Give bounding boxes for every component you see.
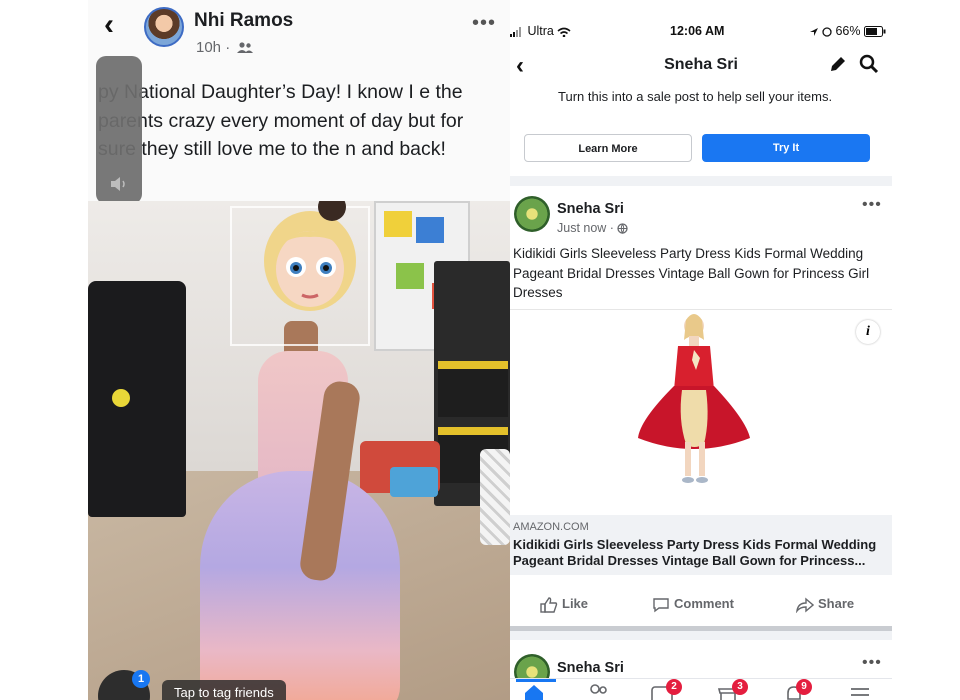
notifications-badge: 9 (796, 679, 812, 695)
info-icon[interactable]: i (856, 320, 880, 344)
comment-button[interactable]: Comment (652, 596, 734, 613)
menu-icon[interactable] (848, 683, 872, 700)
status-bar: Ultra 12:06 AM 66% (510, 0, 892, 42)
post-meta: Just now · (557, 221, 629, 235)
post-meta: 10h · (196, 39, 254, 56)
marketplace-badge: 3 (732, 679, 748, 695)
next-post-header: Sneha Sri ••• (510, 640, 892, 690)
carrier: Ultra (510, 24, 571, 38)
post-time: Just now · (557, 221, 614, 235)
post-header: ‹ Nhi Ramos 10h · ••• (88, 0, 510, 64)
post-time: 10h · (196, 39, 231, 56)
feed-divider (510, 626, 892, 631)
thumbs-up-icon (540, 596, 558, 613)
try-it-button[interactable]: Try It (702, 134, 870, 162)
profile-navbar: ‹ Sneha Sri (510, 42, 892, 90)
volume-slider[interactable] (96, 56, 142, 204)
left-screenshot: ‹ Nhi Ramos 10h · ••• py National Daught… (88, 0, 510, 700)
promo-text: Turn this into a sale post to help sell … (558, 89, 833, 104)
share-label: Share (818, 596, 855, 611)
right-screenshot: Ultra 12:06 AM 66% ‹ Sneha Sri Turn this… (510, 0, 892, 700)
tag-count-badge: 1 (132, 670, 150, 688)
bottom-tab-bar: 2 3 9 (510, 678, 892, 700)
product-image[interactable]: i (510, 309, 892, 515)
photo-basket (480, 449, 510, 545)
location-icon (809, 27, 818, 36)
red-dress-photo (638, 314, 750, 483)
author-name[interactable]: Nhi Ramos (194, 10, 293, 32)
avatar[interactable] (144, 7, 184, 47)
active-tab-indicator (516, 679, 556, 682)
author-name[interactable]: Sneha Sri (557, 660, 624, 676)
carrier-name: Ultra (527, 24, 554, 38)
sale-post-promo: Turn this into a sale post to help sell … (510, 89, 892, 176)
link-domain: AMAZON.COM (513, 521, 589, 533)
wifi-icon (557, 27, 571, 38)
link-preview[interactable]: AMAZON.COM Kidikidi Girls Sleeveless Par… (510, 515, 892, 575)
back-chevron-icon[interactable]: ‹ (104, 10, 128, 40)
author-name[interactable]: Sneha Sri (557, 201, 624, 217)
girl-emoji-icon (264, 201, 356, 311)
post-actions: Like Comment Share (510, 588, 892, 620)
photo-toy (390, 467, 438, 497)
post-photo[interactable] (88, 201, 510, 700)
link-title: Kidikidi Girls Sleeveless Party Dress Ki… (513, 537, 877, 568)
home-icon[interactable] (522, 683, 546, 700)
battery: 66% (809, 24, 886, 38)
more-dots-icon[interactable]: ••• (862, 655, 882, 671)
like-label: Like (562, 596, 589, 611)
alarm-icon (822, 27, 832, 37)
post-caption: py National Daughter’s Day! I know I e t… (98, 81, 464, 160)
photo-armchair (88, 281, 186, 517)
volume-icon (111, 177, 125, 191)
tag-friends-hint[interactable]: Tap to tag friends (162, 680, 286, 700)
signal-icon (510, 26, 521, 37)
watch-badge: 2 (666, 679, 682, 695)
avatar[interactable] (514, 196, 550, 232)
friends-icon[interactable] (586, 683, 610, 700)
friends-icon (237, 42, 254, 54)
share-icon (795, 597, 815, 614)
pencil-icon[interactable] (828, 54, 848, 74)
share-button[interactable]: Share (795, 596, 855, 614)
globe-icon (617, 223, 629, 235)
comment-label: Comment (674, 596, 734, 611)
battery-icon (864, 26, 886, 38)
more-dots-icon[interactable]: ••• (472, 13, 496, 33)
comment-icon (653, 597, 669, 612)
photo-child-skirt (200, 471, 400, 700)
battery-percent: 66% (835, 24, 861, 38)
feed-post: Sneha Sri Just now · ••• Kidikidi Girls … (510, 186, 892, 626)
search-icon[interactable] (859, 54, 879, 74)
photo-bin (438, 361, 508, 417)
learn-more-button[interactable]: Learn More (524, 134, 692, 162)
status-time: 12:06 AM (670, 24, 725, 38)
like-button[interactable]: Like (540, 596, 588, 613)
more-dots-icon[interactable]: ••• (862, 197, 882, 213)
post-text: Kidikidi Girls Sleeveless Party Dress Ki… (513, 246, 870, 300)
